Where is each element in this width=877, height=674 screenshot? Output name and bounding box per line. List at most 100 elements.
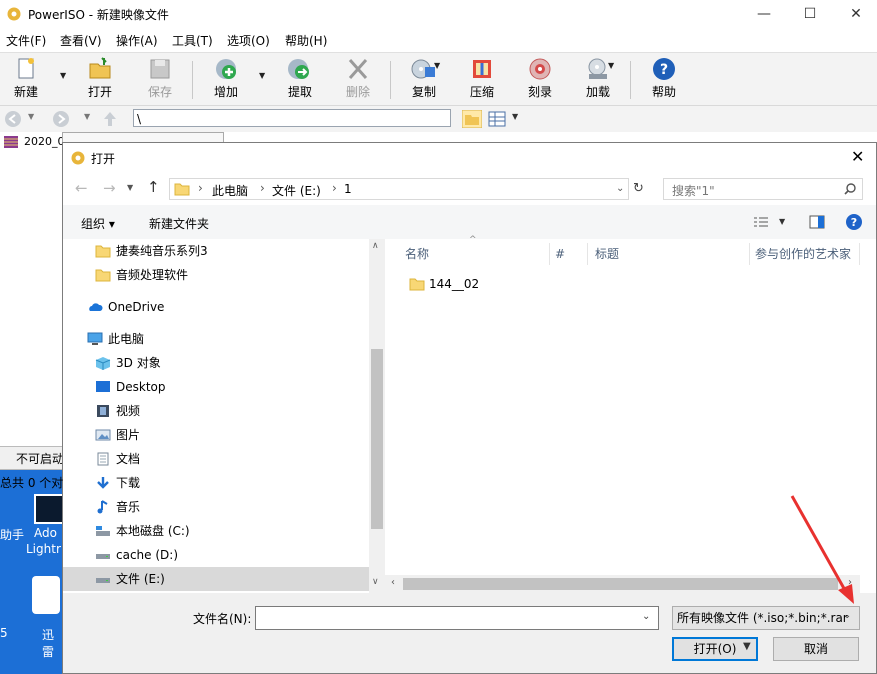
chevron-down-icon[interactable]: ⌄ <box>642 611 650 622</box>
view-mode-icon[interactable] <box>488 111 506 127</box>
new-folder-button[interactable]: 新建文件夹 <box>149 215 209 232</box>
help-icon[interactable]: ? <box>845 213 863 231</box>
refresh-icon[interactable]: ↻ <box>633 181 644 196</box>
breadcrumb-item[interactable]: 文件 (E:) <box>272 182 321 199</box>
add-dropdown-icon[interactable]: ▼ <box>259 71 265 80</box>
cube-icon <box>95 357 111 370</box>
add-button[interactable]: 增加 <box>200 57 252 103</box>
preview-pane-icon[interactable] <box>809 215 825 229</box>
nav-item-videos[interactable]: 视频 <box>63 399 369 423</box>
open-button[interactable]: 打开 <box>74 57 126 103</box>
chevron-right-icon: › <box>198 181 203 195</box>
save-button[interactable]: 保存 <box>134 57 186 103</box>
scroll-left-icon[interactable]: ‹ <box>391 577 395 588</box>
close-window-button[interactable]: ✕ <box>833 0 877 28</box>
nav-scroll-thumb[interactable] <box>371 349 383 529</box>
navigation-pane: 捷奏纯音乐系列3 音频处理软件 OneDrive 此电脑 3D 对象 Deskt… <box>63 239 385 593</box>
nav-item-desktop[interactable]: Desktop <box>63 375 369 399</box>
menu-options[interactable]: 选项(O) <box>227 32 270 49</box>
scroll-down-icon[interactable]: ∨ <box>372 577 379 587</box>
back-dropdown-icon[interactable]: ▼ <box>28 112 34 121</box>
burn-button[interactable]: 刻录 <box>514 57 566 103</box>
nav-item-pictures[interactable]: 图片 <box>63 423 369 447</box>
desktop-app-icon[interactable] <box>32 576 60 614</box>
nav-item-drive-d[interactable]: cache (D:) <box>63 543 369 567</box>
extract-button[interactable]: 提取 <box>274 57 326 103</box>
window-title: PowerISO - 新建映像文件 <box>28 8 169 22</box>
maximize-button[interactable]: ☐ <box>787 0 833 28</box>
forward-icon[interactable] <box>52 110 70 128</box>
minimize-button[interactable]: — <box>741 0 787 28</box>
filetype-value: 所有映像文件 (*.iso;*.bin;*.rar <box>677 611 848 625</box>
up-arrow-icon[interactable]: ↑ <box>147 178 160 196</box>
nav-item-folder[interactable]: 捷奏纯音乐系列3 <box>63 239 369 263</box>
column-name[interactable]: 名称 <box>405 239 429 269</box>
dialog-close-button[interactable]: ✕ <box>851 147 864 166</box>
poweriso-logo-icon <box>7 7 21 21</box>
cloud-icon <box>89 303 103 311</box>
nav-item-music[interactable]: 音乐 <box>63 495 369 519</box>
desktop-label: 5 <box>0 626 8 640</box>
nav-item-this-pc[interactable]: 此电脑 <box>63 327 369 351</box>
menu-tools[interactable]: 工具(T) <box>172 32 213 49</box>
h-scroll-thumb[interactable] <box>403 578 838 590</box>
column-artist[interactable]: 参与创作的艺术家 <box>755 239 851 269</box>
mount-dropdown-icon[interactable]: ▼ <box>608 61 614 70</box>
column-title[interactable]: 标题 <box>595 239 619 269</box>
boot-status-tab[interactable]: 不可启动 <box>16 450 64 467</box>
view-options-icon[interactable] <box>753 216 769 228</box>
desktop-app-icon[interactable] <box>34 494 64 524</box>
browse-folder-icon[interactable] <box>462 110 482 128</box>
delete-button[interactable]: 删除 <box>332 57 384 103</box>
help-button[interactable]: ? 帮助 <box>638 57 690 103</box>
breadcrumb-item[interactable]: 此电脑 <box>212 182 248 199</box>
breadcrumb[interactable]: › 此电脑 › 文件 (E:) › 1 ⌄ <box>169 178 629 200</box>
forward-arrow-icon[interactable]: → <box>103 179 116 197</box>
menu-action[interactable]: 操作(A) <box>116 32 158 49</box>
desktop-icon <box>96 381 110 392</box>
recent-dropdown-icon[interactable]: ▼ <box>127 183 133 192</box>
column-separator[interactable] <box>587 243 588 265</box>
column-separator[interactable] <box>549 243 550 265</box>
nav-scrollbar[interactable]: ∧ ∨ <box>369 239 385 593</box>
view-dropdown-icon[interactable]: ▼ <box>512 112 518 121</box>
menu-file[interactable]: 文件(F) <box>6 32 46 49</box>
filename-input[interactable]: ⌄ <box>255 606 659 630</box>
column-separator[interactable] <box>749 243 750 265</box>
path-field[interactable]: \ <box>133 109 451 127</box>
cancel-button[interactable]: 取消 <box>773 637 859 661</box>
open-dropdown-icon[interactable]: ▼ <box>743 641 751 652</box>
nav-item-folder[interactable]: 音频处理软件 <box>63 263 369 287</box>
filetype-chevron-icon[interactable]: ⌄ <box>843 610 851 621</box>
column-separator[interactable] <box>859 243 860 265</box>
search-input[interactable]: 搜索"1" <box>663 178 863 200</box>
up-folder-icon[interactable] <box>102 110 118 128</box>
download-icon <box>97 477 109 489</box>
breadcrumb-item[interactable]: 1 <box>344 182 352 196</box>
nav-item-onedrive[interactable]: OneDrive <box>63 295 369 319</box>
scroll-up-icon[interactable]: ∧ <box>372 241 379 251</box>
nav-item-drive-e[interactable]: 文件 (E:) <box>63 567 369 591</box>
menu-view[interactable]: 查看(V) <box>60 32 102 49</box>
back-icon[interactable] <box>4 110 22 128</box>
organize-button[interactable]: 组织 ▾ <box>81 215 115 232</box>
chevron-down-icon[interactable]: ⌄ <box>616 183 624 194</box>
nav-item-drive-c[interactable]: 本地磁盘 (C:) <box>63 519 369 543</box>
mount-button[interactable]: 加载 <box>572 57 624 103</box>
back-arrow-icon[interactable]: ← <box>75 179 88 197</box>
nav-item-3d-objects[interactable]: 3D 对象 <box>63 351 369 375</box>
copy-dropdown-icon[interactable]: ▼ <box>434 61 440 70</box>
view-dropdown-icon[interactable]: ▼ <box>779 217 785 226</box>
desktop-background: 助手 Ado Lightr 迅雷 5 <box>0 470 64 674</box>
nav-item-downloads[interactable]: 下载 <box>63 471 369 495</box>
file-row[interactable]: 144__02 <box>405 273 525 295</box>
document-icon <box>97 452 109 466</box>
column-number[interactable]: # <box>555 239 565 269</box>
new-button[interactable]: 新建 <box>0 57 52 103</box>
menu-help[interactable]: 帮助(H) <box>285 32 327 49</box>
compress-button[interactable]: 压缩 <box>456 57 508 103</box>
forward-dropdown-icon[interactable]: ▼ <box>84 112 90 121</box>
nav-item-documents[interactable]: 文档 <box>63 447 369 471</box>
copy-button[interactable]: 复制 <box>398 57 450 103</box>
new-dropdown-icon[interactable]: ▼ <box>60 71 66 80</box>
